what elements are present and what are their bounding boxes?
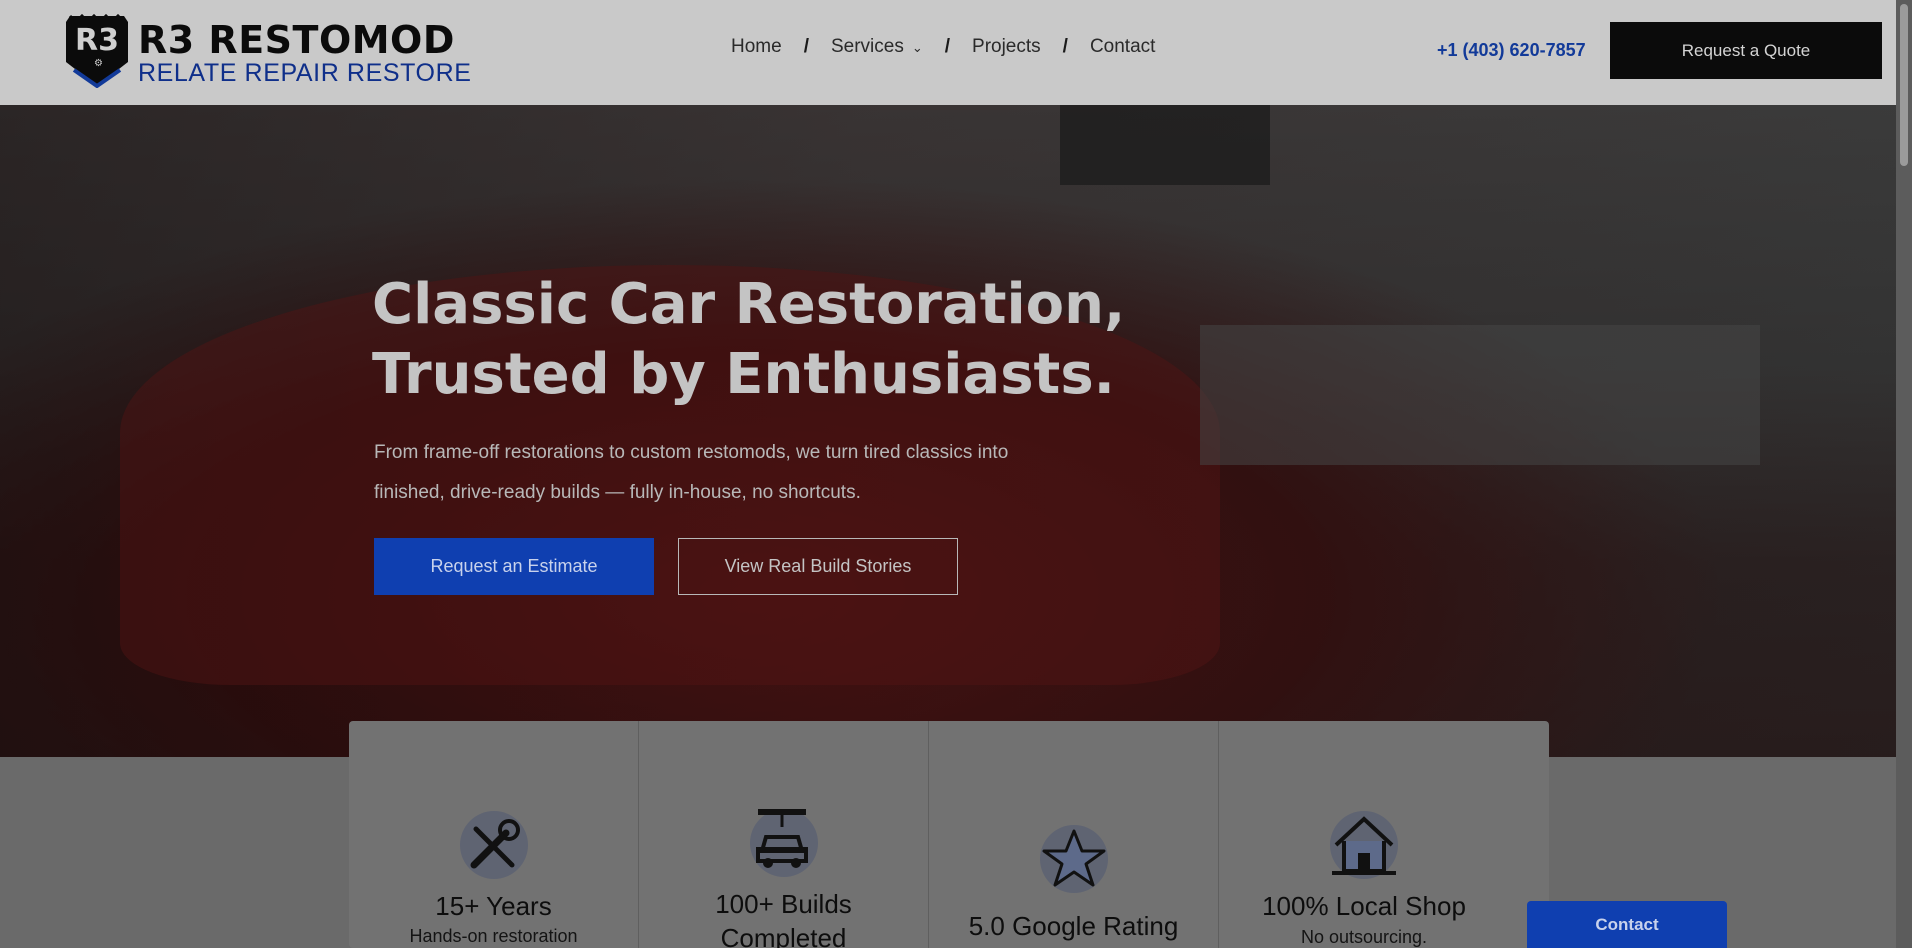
hero-title-line1: Classic Car Restoration, <box>372 272 1126 337</box>
nav-separator: / <box>1062 36 1068 57</box>
site-header: R3 ⚙ R3 RESTOMOD RELATE REPAIR RESTORE H… <box>0 0 1896 105</box>
stat-item: 100% Local Shop No outsourcing. <box>1219 721 1509 948</box>
logo-badge-text: R3 <box>75 23 119 58</box>
chevron-down-icon: ⌄ <box>911 40 923 55</box>
nav-contact[interactable]: Contact <box>1090 36 1155 58</box>
stat-title: 15+ Years <box>435 891 552 921</box>
logo-badge-icon: R3 ⚙ <box>62 13 132 89</box>
stat-item: 5.0 Google Rating <box>929 721 1219 948</box>
hero-background-sign <box>1060 105 1270 185</box>
brand-subtitle: RELATE REPAIR RESTORE <box>138 59 472 87</box>
hero-title: Classic Car Restoration, Trusted by Enth… <box>372 270 1172 410</box>
car-lift-icon <box>744 799 824 879</box>
stat-item: 15+ Years Hands-on restoration <box>349 721 639 948</box>
nav-home[interactable]: Home <box>731 36 782 58</box>
stat-subtitle: No outsourcing. <box>1300 927 1428 947</box>
hero-background-shelves <box>1200 325 1760 465</box>
nav-separator: / <box>803 36 809 57</box>
hero-section <box>0 105 1896 757</box>
stat-subtitle: Hands-on restoration <box>409 926 578 946</box>
stat-title: 100+ Builds Completed <box>715 889 852 948</box>
star-icon <box>1034 819 1114 899</box>
nav-services-label: Services <box>830 36 904 57</box>
tools-icon <box>454 805 534 885</box>
hero-title-line2: Trusted by Enthusiasts. <box>372 342 1115 407</box>
main-nav: Home / Services ⌄ / Projects / Contact <box>731 36 1155 58</box>
floating-contact-button[interactable]: Contact <box>1527 901 1727 948</box>
stats-card: 15+ Years Hands-on restoration 100+ Buil… <box>349 721 1549 948</box>
svg-text:⚙: ⚙ <box>94 58 103 69</box>
phone-link[interactable]: +1 (403) 620-7857 <box>1437 40 1586 61</box>
hero-subtitle: From frame-off restorations to custom re… <box>374 442 1009 503</box>
scrollbar-thumb[interactable] <box>1900 4 1908 166</box>
house-icon <box>1324 805 1404 885</box>
nav-separator: / <box>944 36 951 57</box>
brand-title: R3 RESTOMOD <box>138 18 455 62</box>
stat-title: 5.0 Google Rating <box>968 911 1179 941</box>
stat-title: 100% Local Shop <box>1262 891 1466 921</box>
request-quote-button[interactable]: Request a Quote <box>1610 22 1882 79</box>
brand-logo[interactable]: R3 ⚙ R3 RESTOMOD RELATE REPAIR RESTORE <box>62 13 472 89</box>
stat-item: 100+ Builds Completed <box>639 721 929 948</box>
nav-projects[interactable]: Projects <box>972 36 1041 58</box>
request-estimate-button[interactable]: Request an Estimate <box>374 538 654 595</box>
view-build-stories-button[interactable]: View Real Build Stories <box>678 538 958 595</box>
nav-services[interactable]: Services ⌄ <box>831 36 923 58</box>
